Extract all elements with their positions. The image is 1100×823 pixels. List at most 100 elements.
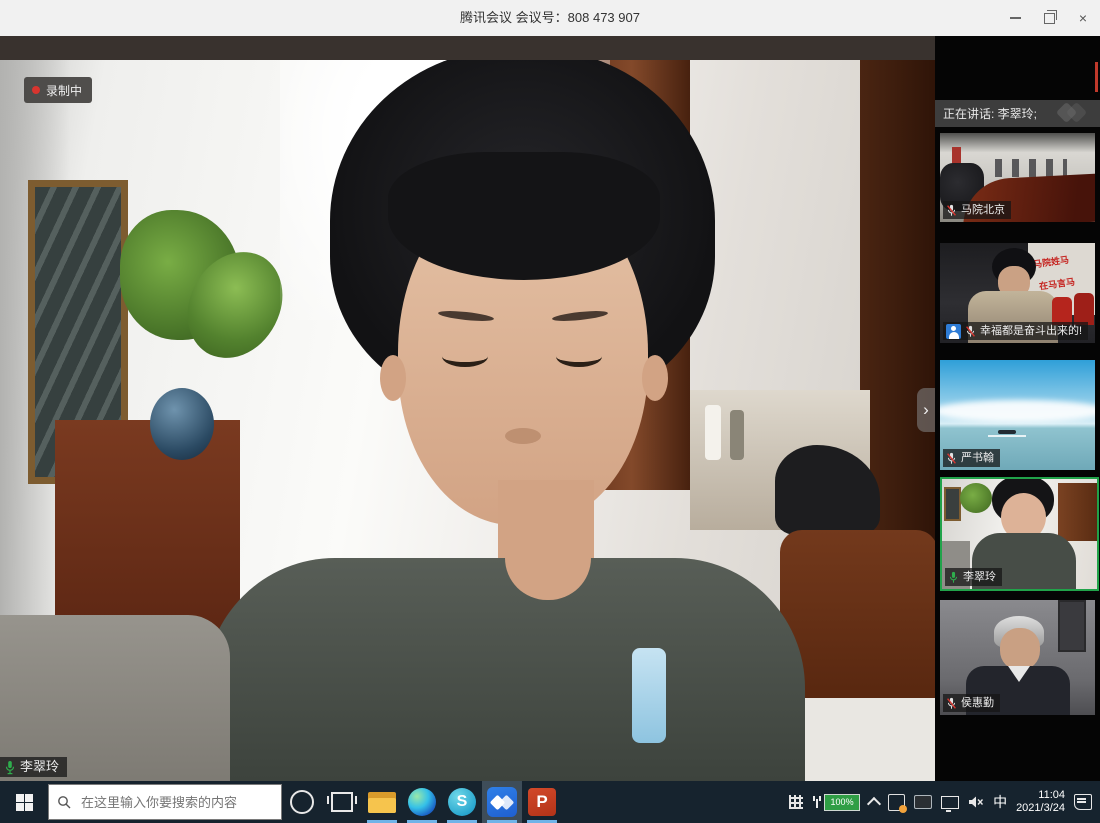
mic-active-icon — [948, 571, 959, 584]
person-ear-left — [380, 355, 406, 401]
scene-mini-frame — [944, 487, 961, 521]
scene-clouds — [940, 400, 1095, 422]
participant-thumbnail[interactable]: 侯惠勤 — [940, 600, 1095, 715]
minimize-button[interactable] — [998, 0, 1032, 36]
scene-door-frame — [1058, 600, 1086, 652]
scene-red-chair — [1074, 293, 1094, 325]
restore-icon — [1044, 13, 1055, 24]
person-eye-right — [556, 346, 602, 367]
search-icon — [57, 795, 71, 809]
mic-muted-icon — [965, 325, 976, 338]
meeting-body: 录制中 李翠玲 › 正在讲话: 李翠玲; — [0, 36, 1100, 781]
participant-name: 马院北京 — [961, 202, 1005, 218]
taskbar-item-task-view[interactable] — [322, 781, 362, 823]
taskbar-search[interactable] — [48, 784, 282, 820]
recording-badge-label: 录制中 — [46, 82, 82, 99]
start-button[interactable] — [0, 781, 48, 823]
card-tray-icon[interactable] — [914, 795, 932, 809]
participant-chip: 侯惠勤 — [943, 694, 1000, 712]
participant-name: 侯惠勤 — [961, 695, 994, 711]
person-eye-left — [442, 346, 488, 367]
sidebar-collapse-handle[interactable]: › — [917, 388, 935, 432]
tray-clock[interactable]: 11:04 2021/3/24 — [1016, 789, 1065, 815]
restore-button[interactable] — [1032, 0, 1066, 36]
taskbar-item-powerpoint[interactable]: P — [522, 781, 562, 823]
tray-date: 2021/3/24 — [1016, 802, 1065, 815]
scene-bottle-white — [705, 405, 721, 460]
participant-thumbnail[interactable]: 马院北京 — [940, 133, 1095, 222]
tray-expand-chevron-icon[interactable] — [867, 796, 881, 810]
powerpoint-icon: P — [528, 788, 556, 816]
scene-glass-vase — [150, 388, 214, 460]
windows-logo-icon — [16, 794, 33, 811]
taskbar-item-tencent-meeting[interactable] — [482, 781, 522, 823]
video-letterbox — [0, 36, 935, 60]
person-nose-shadow — [505, 428, 541, 444]
participant-name: 李翠玲 — [963, 569, 996, 585]
participant-thumbnail-active-speaker[interactable]: 李翠玲 — [940, 477, 1099, 591]
mic-active-icon — [4, 760, 16, 775]
taskbar-item-teal-app[interactable]: S — [442, 781, 482, 823]
scene-ship-wake — [988, 435, 1026, 437]
taskbar-item-edge[interactable] — [402, 781, 442, 823]
scene-people-row — [995, 159, 1067, 177]
file-explorer-icon — [368, 792, 396, 813]
power-status[interactable]: 100% — [812, 794, 860, 811]
sidebar-scrollbar[interactable] — [1095, 62, 1098, 92]
edge-browser-icon — [408, 788, 436, 816]
scene-mini-cabinet — [1058, 483, 1097, 541]
recording-dot-icon — [32, 86, 40, 94]
minimize-icon — [1010, 17, 1021, 19]
tencent-meeting-icon — [487, 787, 517, 817]
taskbar-item-cortana[interactable] — [282, 781, 322, 823]
main-speaker-name: 李翠玲 — [20, 759, 59, 775]
windows-taskbar: S P 100% 中 11:04 2021/3/24 — [0, 781, 1100, 823]
tray-time: 11:04 — [1016, 789, 1065, 802]
scene-red-chair — [1052, 297, 1072, 325]
person-bangs — [388, 152, 660, 280]
speaking-banner-text: 正在讲话: 李翠玲; — [943, 105, 1037, 122]
avatar-badge-icon — [946, 324, 961, 339]
scene-elder-face — [1000, 628, 1040, 670]
participant-name: 幸福都是奋斗出来的! — [980, 323, 1082, 339]
muted-speaker-icon[interactable] — [968, 795, 984, 809]
participant-thumbnail[interactable]: 马院姓马 在马言马 幸福都是奋斗出来的! — [940, 243, 1095, 343]
mic-muted-icon — [946, 697, 957, 710]
notification-dot-app-icon[interactable] — [888, 794, 905, 811]
close-button[interactable]: × — [1066, 0, 1100, 36]
participants-sidebar: 正在讲话: 李翠玲; 马院北京 马院姓马 — [935, 36, 1100, 781]
scene-ship — [998, 430, 1016, 434]
participant-name: 严书翰 — [961, 450, 994, 466]
task-view-icon — [331, 792, 353, 812]
battery-indicator: 100% — [824, 794, 860, 811]
main-speaker-video[interactable]: 录制中 李翠玲 › — [0, 60, 935, 781]
display-tray-icon[interactable] — [941, 796, 959, 809]
recording-badge: 录制中 — [24, 77, 92, 103]
mic-muted-icon — [946, 452, 957, 465]
participant-chip: 马院北京 — [943, 201, 1011, 219]
main-speaker-chip: 李翠玲 — [0, 757, 67, 777]
grid-tray-icon[interactable] — [789, 795, 803, 809]
participant-chip: 幸福都是奋斗出来的! — [943, 322, 1088, 340]
scene-mini-plant — [960, 483, 992, 513]
person-sweater — [205, 558, 805, 781]
mic-muted-icon — [946, 204, 957, 217]
power-plug-icon — [812, 796, 822, 808]
action-center-icon[interactable] — [1074, 794, 1092, 810]
speaking-banner: 正在讲话: 李翠玲; — [935, 100, 1100, 127]
participant-chip: 李翠玲 — [945, 568, 1002, 586]
scene-blue-bottle — [632, 648, 666, 743]
system-tray: 100% 中 11:04 2021/3/24 — [789, 789, 1100, 815]
tencent-meeting-window: 腾讯会议 会议号：808 473 907 × — [0, 0, 1100, 823]
ime-indicator[interactable]: 中 — [993, 792, 1007, 812]
teal-circle-app-icon: S — [448, 788, 476, 816]
participant-chip: 严书翰 — [943, 449, 1000, 467]
window-title: 腾讯会议 会议号：808 473 907 — [0, 0, 1100, 36]
person-ear-right — [642, 355, 668, 401]
cortana-icon — [290, 790, 314, 814]
scene-bottle-gray — [730, 410, 744, 460]
taskbar-item-file-explorer[interactable] — [362, 781, 402, 823]
participant-thumbnail[interactable]: 严书翰 — [940, 360, 1095, 470]
title-bar: 腾讯会议 会议号：808 473 907 × — [0, 0, 1100, 37]
search-input[interactable] — [79, 794, 273, 811]
